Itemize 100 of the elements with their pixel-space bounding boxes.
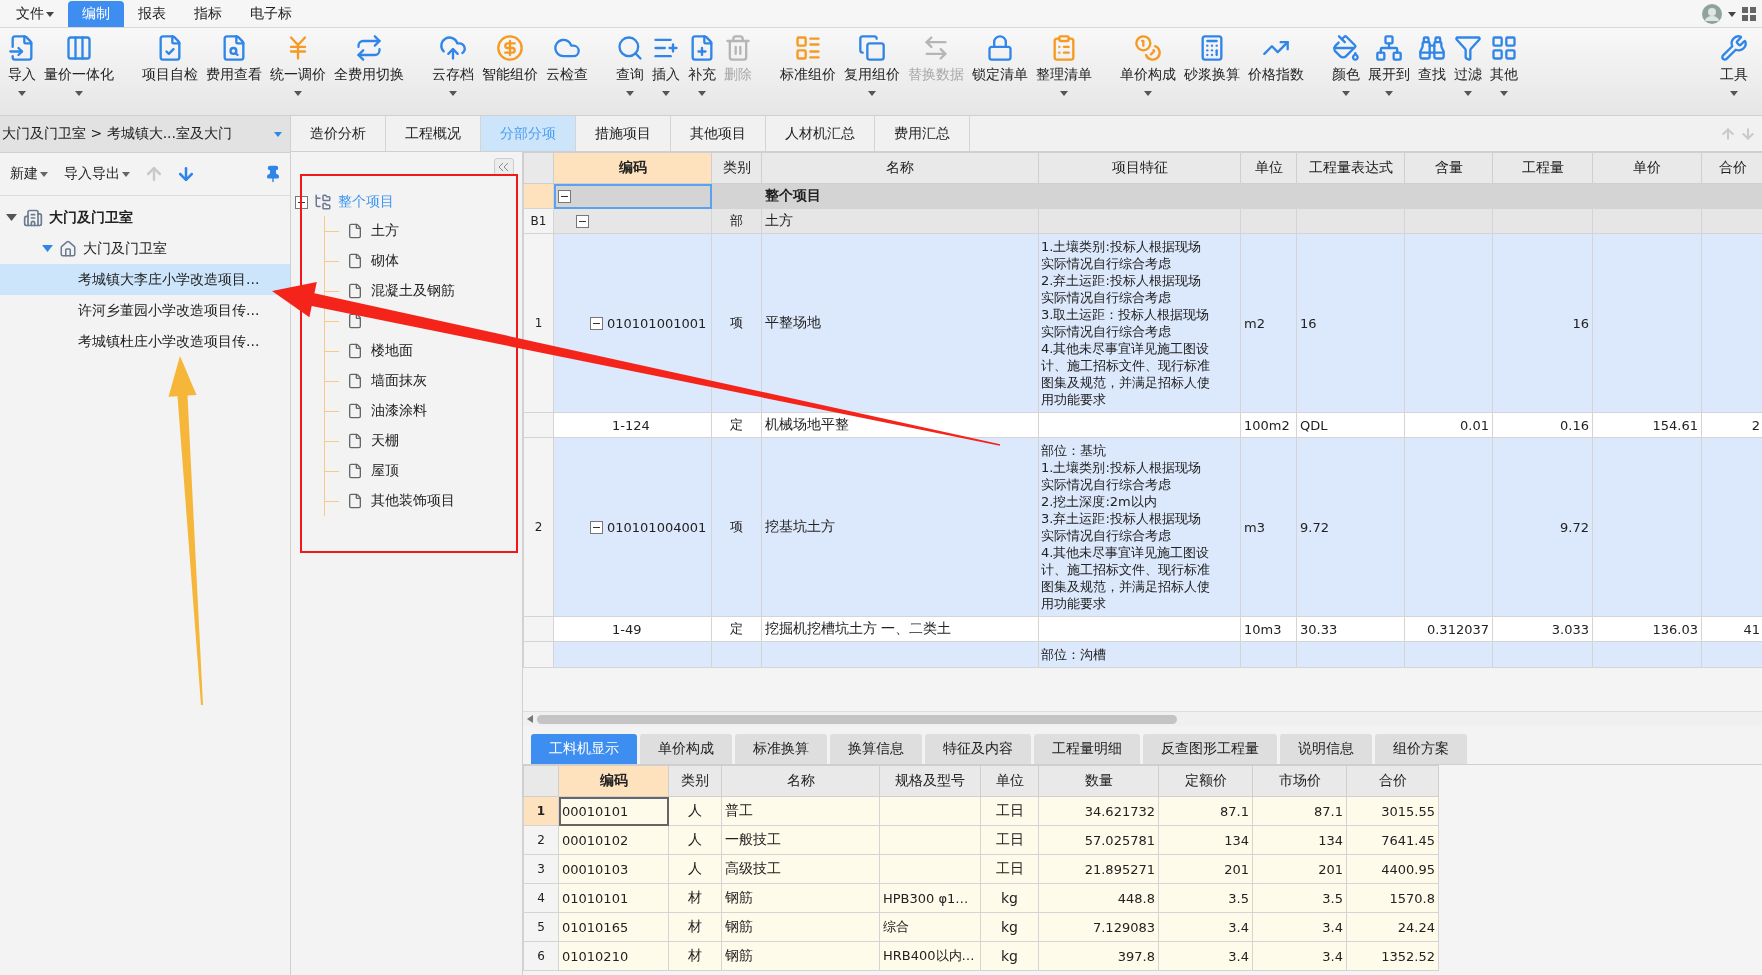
toolbar-button[interactable]: 云检查: [542, 34, 592, 98]
column-header[interactable]: 定额价: [1158, 765, 1253, 797]
tab[interactable]: 工程量明细: [1034, 734, 1140, 764]
collapse-icon[interactable]: [576, 214, 589, 228]
table-row[interactable]: 1 010101001001 项 平整场地 1.土壤类别:投标人根据现场实际情况自行综合考虑 2.弃土运距:投标人根据现场实际情况自行综合考虑 3.取土运距：投标人根据现场实际情况自行综合考虑 4.其他未尽事宜详见施工图设计、施工招标文件、现行标准图集及规范，并满足招标人使用功能要求 m2 16 16: [523, 233, 1762, 413]
toolbar-button[interactable]: 砂浆换算: [1180, 34, 1244, 98]
tab[interactable]: 反查图形工程量: [1143, 734, 1277, 764]
toolbar-button[interactable]: 整理清单: [1032, 34, 1096, 98]
horizontal-scrollbar[interactable]: [523, 711, 1762, 726]
tab[interactable]: 费用汇总: [875, 116, 970, 151]
tab[interactable]: 其他项目: [671, 116, 766, 151]
toolbar-button[interactable]: 单价构成: [1116, 34, 1180, 98]
table-cell[interactable]: 00010103: [558, 854, 669, 884]
toolbar-button[interactable]: 锁定清单: [968, 34, 1032, 98]
collapse-icon[interactable]: [590, 520, 603, 534]
tab[interactable]: 组价方案: [1375, 734, 1467, 764]
column-header[interactable]: 单位: [1240, 152, 1297, 184]
table-row[interactable]: 1-124 定 机械场地平整 100m2 QDL 0.01 0.16 154.61 2: [523, 412, 1762, 438]
table-row[interactable]: 2 010101004001 项 挖基坑土方 部位：基坑 1.土壤类别:投标人根据现场实际情况自行综合考虑 2.挖土深度:2m以内 3.弃土运距:投标人根据现场实际情况自行综合考虑 4.其他未尽事宜详见施工图设计、施工招标文件、现行标准图集及规范，并满足招标人使用功能要求 m3 9.72 9.72: [523, 437, 1762, 617]
table-row[interactable]: 整个项目: [523, 183, 1762, 209]
toolbar-button[interactable]: 云存档: [428, 34, 478, 98]
tree-item[interactable]: 大门及门卫室: [0, 233, 290, 264]
column-header[interactable]: 规格及型号: [879, 765, 981, 797]
tab[interactable]: 单价构成: [640, 734, 732, 764]
column-header[interactable]: 单位: [980, 765, 1039, 797]
menu-button[interactable]: 导入导出: [62, 165, 132, 183]
toolbar-button[interactable]: 量价一体化: [40, 34, 118, 98]
toolbar-button[interactable]: 复用组价: [840, 34, 904, 98]
table-cell[interactable]: 01010101: [558, 883, 669, 913]
table-cell[interactable]: 01010165: [558, 912, 669, 942]
tree-item[interactable]: 考城镇杜庄小学改造项目传...: [0, 326, 290, 357]
menu-button[interactable]: 新建: [8, 165, 50, 183]
tree-item[interactable]: 墙面抹灰: [325, 366, 522, 396]
table-cell[interactable]: 00010102: [558, 825, 669, 855]
pin-button[interactable]: [264, 165, 282, 183]
tab[interactable]: 标准换算: [735, 734, 827, 764]
grid-icon[interactable]: [1742, 7, 1756, 21]
tree-item[interactable]: 砌体: [325, 246, 522, 276]
column-header[interactable]: 合价: [1346, 765, 1439, 797]
toolbar-button[interactable]: 补充: [684, 34, 720, 98]
tab[interactable]: 人材机汇总: [766, 116, 875, 151]
avatar-icon[interactable]: [1702, 4, 1722, 24]
toolbar-button[interactable]: 价格指数: [1244, 34, 1308, 98]
toolbar-button[interactable]: 查找: [1414, 34, 1450, 98]
toolbar-button[interactable]: 插入: [648, 34, 684, 98]
menu-item[interactable]: 报表: [124, 1, 180, 27]
column-header[interactable]: 类别: [668, 765, 722, 797]
tree-item[interactable]: 其他装饰项目: [325, 486, 522, 516]
table-row[interactable]: 部位：沟槽: [523, 641, 1762, 668]
column-header[interactable]: 数量: [1038, 765, 1159, 797]
column-header[interactable]: 合价: [1701, 152, 1762, 184]
column-header[interactable]: 编码: [553, 152, 712, 184]
tree-item[interactable]: 混凝土及钢筋: [325, 276, 522, 306]
tab[interactable]: 换算信息: [830, 734, 922, 764]
tab[interactable]: 造价分析: [291, 116, 386, 151]
tree-item[interactable]: 考城镇大李庄小学改造项目...: [0, 264, 290, 295]
toolbar-button[interactable]: 标准组价: [776, 34, 840, 98]
column-header[interactable]: 工程量: [1492, 152, 1593, 184]
tree-item[interactable]: 楼地面: [325, 336, 522, 366]
menu-item[interactable]: 文件: [2, 1, 68, 27]
toolbar-button[interactable]: 展开到: [1364, 34, 1414, 98]
toolbar-button[interactable]: 其他: [1486, 34, 1522, 98]
tree-item[interactable]: 油漆涂料: [325, 396, 522, 426]
toolbar-button[interactable]: 智能组价: [478, 34, 542, 98]
tab[interactable]: 特征及内容: [925, 734, 1031, 764]
toolbar-button[interactable]: 导入: [4, 34, 40, 98]
tree-item[interactable]: 屋顶: [325, 456, 522, 486]
column-header[interactable]: 名称: [721, 765, 880, 797]
toolbar-button[interactable]: 工具: [1716, 34, 1752, 98]
scroll-left-icon[interactable]: [527, 715, 533, 723]
column-header[interactable]: 单价: [1592, 152, 1702, 184]
table-cell[interactable]: 00010101: [558, 796, 669, 826]
tab[interactable]: 措施项目: [576, 116, 671, 151]
toolbar-button[interactable]: 查询: [612, 34, 648, 98]
toolbar-button[interactable]: 全费用切换: [330, 34, 408, 98]
collapse-icon[interactable]: [558, 189, 571, 203]
collapse-triangle-icon[interactable]: [42, 243, 53, 254]
column-header[interactable]: 编码: [558, 765, 669, 797]
toolbar-button[interactable]: 费用查看: [202, 34, 266, 98]
tree-item[interactable]: 天棚: [325, 426, 522, 456]
column-header[interactable]: 名称: [761, 152, 1039, 184]
toolbar-button[interactable]: 项目自检: [138, 34, 202, 98]
toolbar-button[interactable]: 统一调价: [266, 34, 330, 98]
toolbar-button[interactable]: 颜色: [1328, 34, 1364, 98]
column-header[interactable]: 类别: [711, 152, 762, 184]
tree-item[interactable]: 土方: [325, 216, 522, 246]
column-header[interactable]: 工程量表达式: [1296, 152, 1405, 184]
move-down-button[interactable]: [176, 164, 196, 184]
tree-item[interactable]: 许河乡董园小学改造项目传...: [0, 295, 290, 326]
table-cell[interactable]: 01010210: [558, 941, 669, 971]
table-row[interactable]: 1-49 定 挖掘机挖槽坑土方 一、二类土 10m3 30.33 0.312037 3.033 136.03 41: [523, 616, 1762, 642]
tree-item[interactable]: 大门及门卫室: [0, 202, 290, 233]
toolbar-button[interactable]: 过滤: [1450, 34, 1486, 98]
menu-item[interactable]: 电子标: [236, 1, 306, 27]
table-row[interactable]: B1 部 土方: [523, 208, 1762, 234]
tab[interactable]: 说明信息: [1280, 734, 1372, 764]
collapse-icon[interactable]: [590, 316, 603, 330]
column-header[interactable]: 市场价: [1252, 765, 1347, 797]
collapse-triangle-icon[interactable]: [6, 212, 17, 223]
menu-item[interactable]: 指标: [180, 1, 236, 27]
